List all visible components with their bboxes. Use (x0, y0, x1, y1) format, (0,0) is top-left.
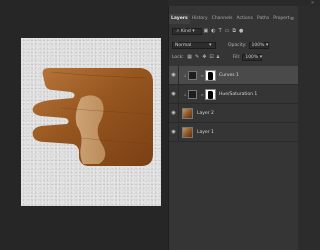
filter-kind-label: Kind (180, 29, 191, 34)
lock-row: Lock: ▦ ✎ ✥ ⊡ 🔒︎ Fill: 100% ▾ (169, 52, 298, 63)
hue-saturation-adjustment-icon[interactable] (188, 89, 197, 99)
filter-type-icon[interactable]: T (219, 29, 222, 34)
blend-row: Normal ▾ Opacity: 100% ▾ (169, 40, 298, 51)
layer-image-thumbnail[interactable] (182, 126, 193, 138)
lock-paint-icon[interactable]: ✎ (195, 55, 199, 60)
panel-tabs: Layers History Channels Actions Paths Pr… (169, 14, 298, 24)
layer-mask-thumbnail[interactable] (205, 88, 216, 100)
layer-name[interactable]: Hue/Saturation 1 (219, 92, 257, 97)
filter-smart-object-icon[interactable]: ⧉ (232, 29, 236, 34)
filter-toggle-icon[interactable]: ● (239, 29, 243, 34)
lock-transparent-icon[interactable]: ▦ (187, 55, 192, 60)
wooden-board-image (32, 68, 153, 166)
chevron-down-icon: ▾ (265, 42, 269, 48)
layers-list: ◉ ↓ ∞ Curves 1 ◉ ↓ ∞ Hue/Saturation 1 ◉ … (169, 66, 298, 142)
chevron-down-icon: ▾ (208, 42, 212, 48)
tab-layers[interactable]: Layers (169, 14, 190, 24)
layer-image-thumbnail[interactable] (182, 107, 193, 119)
tab-actions[interactable]: Actions (235, 14, 255, 24)
visibility-eye-icon[interactable]: ◉ (169, 91, 178, 97)
panel-dock-strip (297, 6, 320, 250)
search-icon: ⌕ (176, 28, 180, 34)
panel-menu-icon[interactable]: ≡ (290, 14, 294, 24)
fill-label: Fill: (232, 55, 241, 60)
layer-name[interactable]: Layer 1 (197, 130, 214, 135)
layer-row-layer-2[interactable]: ◉ Layer 2 (169, 104, 298, 123)
divider (178, 66, 179, 84)
blend-mode-value: Normal (175, 43, 192, 48)
blend-mode-select[interactable]: Normal ▾ (172, 42, 216, 49)
opacity-field[interactable]: 100% ▾ (248, 42, 269, 49)
layer-name[interactable]: Curves 1 (219, 73, 239, 78)
layer-filter-row: ⌕ Kind ▾ ▣ ◐ T ▭ ⧉ ● (169, 26, 298, 37)
layers-panel: Layers History Channels Actions Paths Pr… (168, 6, 298, 250)
curves-adjustment-icon[interactable] (188, 70, 197, 80)
visibility-eye-icon[interactable]: ◉ (169, 129, 178, 135)
layer-row-hue-saturation-1[interactable]: ◉ ↓ ∞ Hue/Saturation 1 (169, 85, 298, 104)
visibility-eye-icon[interactable]: ◉ (169, 110, 178, 116)
divider (178, 123, 179, 141)
filter-shape-icon[interactable]: ▭ (225, 29, 230, 34)
lock-move-icon[interactable]: ✥ (202, 55, 206, 60)
divider (178, 104, 179, 122)
filter-pixel-icon[interactable]: ▣ (204, 29, 209, 34)
chevron-down-icon: ▾ (192, 28, 195, 34)
lock-label: Lock: (172, 55, 184, 60)
layer-name[interactable]: Layer 2 (197, 111, 214, 116)
lock-all-icon[interactable]: 🔒︎ (217, 55, 220, 60)
visibility-eye-icon[interactable]: ◉ (169, 72, 178, 78)
layer-row-layer-1[interactable]: ◉ Layer 1 (169, 123, 298, 142)
tab-history[interactable]: History (190, 14, 210, 24)
filter-adjustment-icon[interactable]: ◐ (211, 29, 215, 34)
fill-field[interactable]: 100% ▾ (242, 54, 263, 61)
divider (178, 85, 179, 103)
opacity-label: Opacity: (228, 43, 247, 48)
filter-kind-select[interactable]: ⌕ Kind ▾ (172, 28, 202, 35)
tab-properties[interactable]: Propert (271, 14, 291, 24)
chevron-down-icon: ▾ (259, 54, 263, 60)
layer-mask-thumbnail[interactable] (205, 69, 216, 81)
fill-value: 100% (245, 55, 259, 60)
layer-row-curves-1[interactable]: ◉ ↓ ∞ Curves 1 (169, 66, 298, 85)
tab-channels[interactable]: Channels (210, 14, 235, 24)
opacity-value: 100% (251, 43, 265, 48)
document-canvas[interactable] (21, 38, 161, 206)
tab-paths[interactable]: Paths (255, 14, 271, 24)
lock-artboard-icon[interactable]: ⊡ (209, 55, 213, 60)
canvas-area[interactable] (0, 0, 168, 250)
